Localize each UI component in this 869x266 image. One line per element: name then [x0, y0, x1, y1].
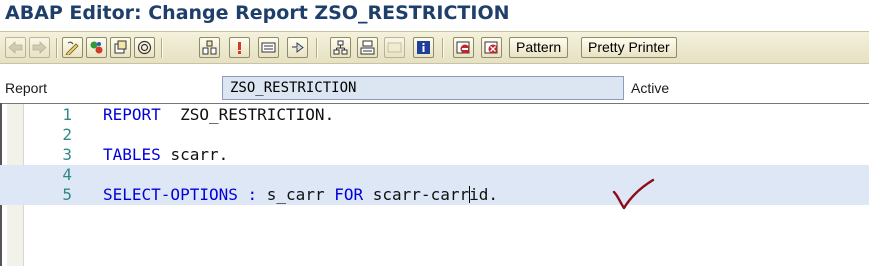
editor-border	[0, 103, 869, 104]
toolbar-separator	[316, 38, 317, 58]
forward-arrow-icon	[32, 41, 47, 54]
code-token: :	[247, 185, 258, 204]
pretty-printer-button[interactable]: Pretty Printer	[581, 37, 677, 58]
code-line[interactable]: 1 REPORT ZSO_RESTRICTION.	[0, 105, 869, 125]
enhance-icon	[387, 42, 402, 53]
code-token: .	[488, 185, 498, 204]
display-change-icon	[65, 41, 79, 55]
back-arrow-icon	[8, 41, 23, 54]
line-number: 1	[62, 105, 72, 124]
pattern-button[interactable]: Pattern	[509, 37, 569, 58]
enhance-button[interactable]	[384, 37, 405, 58]
identifier-token: ZSO_RESTRICTION	[180, 105, 325, 124]
code-line[interactable]: 2	[0, 125, 869, 145]
navigation-window-button[interactable]	[330, 37, 351, 58]
code-line[interactable]: 4	[0, 165, 869, 185]
other-object-button[interactable]	[110, 37, 131, 58]
code-line[interactable]: 5 SELECT-OPTIONS : s_carr FOR scarr-carri…	[0, 185, 869, 205]
check-syntax-icon	[137, 40, 152, 55]
status-label: Active	[631, 80, 670, 96]
set-breakpoint-icon	[456, 41, 470, 54]
info-button[interactable]	[413, 37, 434, 58]
info-icon	[417, 41, 430, 54]
line-number: 2	[62, 125, 72, 144]
activate-icon	[238, 42, 241, 54]
other-object-icon	[114, 40, 127, 54]
window-title: ABAP Editor: Change Report ZSO_RESTRICTI…	[5, 2, 510, 24]
navigation-window-icon	[333, 40, 348, 55]
where-used-button[interactable]	[199, 37, 220, 58]
toolbar-separator	[442, 38, 443, 58]
session-breakpoint-icon	[484, 41, 498, 54]
hierarchy-icon	[360, 40, 375, 55]
test-button[interactable]	[258, 37, 279, 58]
active-inactive-icon	[90, 41, 103, 54]
keyword-token: TABLES	[103, 145, 161, 164]
code-text[interactable]: TABLES scarr.	[103, 145, 228, 165]
identifier-token: id	[469, 185, 489, 204]
line-number: 4	[62, 165, 72, 184]
code-token: .	[324, 105, 335, 124]
code-token: .	[218, 145, 229, 164]
set-breakpoint-button[interactable]	[453, 37, 474, 58]
identifier-token: s_carr	[266, 185, 325, 204]
where-used-icon	[202, 40, 217, 55]
forward-arrow-button[interactable]	[29, 37, 50, 58]
code-text[interactable]: REPORT ZSO_RESTRICTION.	[103, 105, 334, 125]
identifier-token: scarr-carr	[372, 185, 470, 204]
checkmark-annotation	[612, 178, 655, 210]
keyword-token: REPORT	[103, 105, 161, 124]
back-arrow-button[interactable]	[5, 37, 26, 58]
report-header: Report ZSO_RESTRICTION Active	[0, 72, 869, 102]
toolbar-separator	[161, 38, 162, 58]
display-change-button[interactable]	[62, 37, 83, 58]
toolbar-separator	[56, 38, 57, 58]
title-bar: ABAP Editor: Change Report ZSO_RESTRICTI…	[0, 0, 869, 30]
check-syntax-button[interactable]	[134, 37, 155, 58]
report-label: Report	[5, 80, 48, 96]
keyword-token: FOR	[334, 185, 364, 204]
line-number: 3	[62, 145, 72, 164]
display-object-list-icon	[292, 42, 304, 53]
code-text[interactable]: SELECT-OPTIONS : s_carr FOR scarr-carrid…	[103, 185, 498, 205]
identifier-token: scarr	[170, 145, 219, 164]
activate-button[interactable]	[229, 37, 250, 58]
object-list-button[interactable]	[287, 37, 308, 58]
test-icon	[261, 42, 276, 53]
session-breakpoint-button[interactable]	[481, 37, 502, 58]
hierarchy-button[interactable]	[357, 37, 378, 58]
application-toolbar: Pattern Pretty Printer	[0, 31, 869, 64]
code-line[interactable]: 3 TABLES scarr.	[0, 145, 869, 165]
code-editor[interactable]: 1 REPORT ZSO_RESTRICTION. 2 3 TABLES scarr. 4…	[0, 103, 869, 266]
line-number: 5	[62, 185, 72, 204]
keyword-token: SELECT-OPTIONS	[103, 185, 238, 204]
active-inactive-button[interactable]	[86, 37, 107, 58]
report-name-field: ZSO_RESTRICTION	[222, 76, 624, 100]
